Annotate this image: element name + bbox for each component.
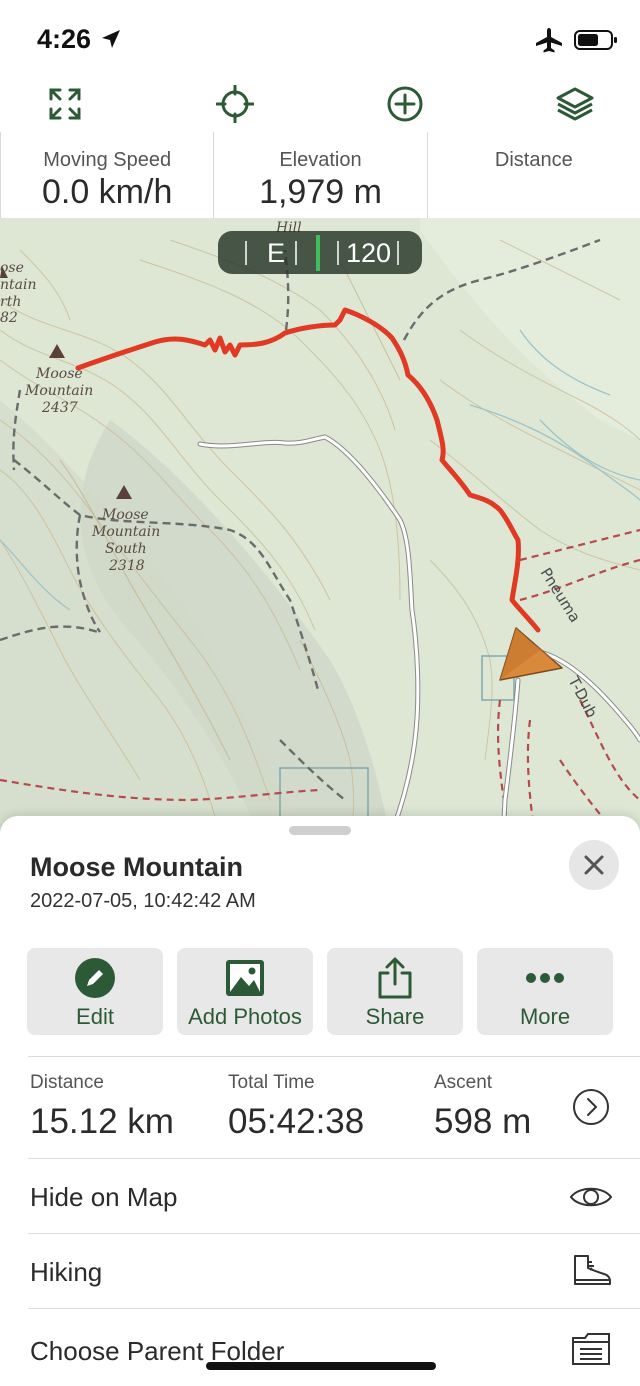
share-icon — [378, 957, 412, 999]
metric-ascent: Ascent 598 m — [434, 1072, 531, 1142]
metric-distance: Distance 15.12 km — [30, 1072, 174, 1142]
divider — [28, 1158, 640, 1159]
track-title: Moose Mountain — [30, 852, 243, 882]
stat-value: 0.0 km/h — [41, 173, 173, 211]
metric-label: Ascent — [434, 1072, 493, 1093]
location-arrow-icon — [102, 30, 120, 48]
add-circle-icon — [387, 86, 423, 122]
stat-label: Elevation — [279, 149, 362, 171]
track-detail-sheet: Moose Mountain 2022-07-05, 10:42:42 AM E… — [0, 816, 640, 1386]
divider — [28, 1056, 640, 1057]
compass-heading: E 120 — [218, 231, 422, 274]
more-button[interactable]: More — [477, 948, 613, 1035]
stat-distance[interactable]: Distance — [428, 132, 640, 218]
share-button[interactable]: Share — [327, 948, 463, 1035]
compass-direction: E — [267, 238, 286, 268]
map-label-elevation: 2437 — [41, 400, 78, 416]
map-canvas[interactable]: Hill ose ntain rth 82 Moose Mountain 243… — [0, 218, 640, 838]
metric-label: Total Time — [228, 1072, 315, 1093]
battery-icon — [574, 30, 617, 50]
home-indicator[interactable] — [206, 1362, 436, 1370]
hiking-boot-icon[interactable] — [572, 1254, 612, 1288]
locate-button[interactable] — [213, 82, 257, 126]
map-label-moose-south: Moose — [101, 507, 149, 523]
stat-value: 1,979 m — [259, 173, 382, 211]
status-bar: 4:26 — [0, 0, 640, 78]
close-button[interactable] — [569, 840, 619, 890]
layers-icon — [556, 87, 594, 121]
compass-ticks — [245, 235, 399, 271]
folder-icon[interactable] — [571, 1332, 611, 1366]
map-view[interactable]: Hill ose ntain rth 82 Moose Mountain 243… — [0, 218, 640, 838]
edit-button[interactable]: Edit — [27, 948, 163, 1035]
more-dots-icon — [526, 973, 564, 983]
locate-crosshair-icon — [216, 85, 254, 123]
map-toolbar — [0, 78, 640, 133]
map-label: ntain — [0, 277, 36, 293]
action-label: More — [519, 1004, 571, 1029]
status-time: 4:26 — [37, 24, 92, 54]
map-label-moose-mountain: Mountain — [24, 383, 93, 399]
row-hide-on-map[interactable]: Hide on Map — [30, 1182, 177, 1213]
track-datetime: 2022-07-05, 10:42:42 AM — [30, 890, 256, 912]
map-label-moose-south: South — [105, 541, 147, 557]
metric-label: Distance — [30, 1072, 104, 1093]
close-icon — [584, 855, 604, 875]
map-label-elevation: 2318 — [108, 558, 145, 574]
chevron-right-icon[interactable] — [572, 1088, 610, 1126]
map-label: rth — [0, 294, 21, 310]
stat-elevation[interactable]: Elevation 1,979 m — [214, 132, 428, 218]
map-label: ose — [0, 260, 24, 276]
action-label: Share — [365, 1004, 425, 1029]
add-button[interactable] — [383, 82, 427, 126]
action-label: Edit — [76, 1004, 114, 1029]
compass-heading-value: 120 — [346, 238, 392, 268]
metric-value: 598 m — [434, 1102, 532, 1141]
photo-icon — [226, 960, 264, 996]
row-activity-hiking[interactable]: Hiking — [30, 1257, 102, 1288]
map-label-moose-south: Mountain — [91, 524, 160, 540]
metric-value: 15.12 km — [30, 1102, 174, 1141]
expand-icon — [49, 88, 81, 120]
divider — [28, 1308, 640, 1309]
airplane-icon — [536, 28, 562, 53]
action-label: Add Photos — [188, 1004, 302, 1029]
add-photos-button[interactable]: Add Photos — [177, 948, 313, 1035]
map-label-moose-mountain: Moose — [35, 366, 83, 382]
stat-moving-speed[interactable]: Moving Speed 0.0 km/h — [0, 132, 215, 218]
divider — [28, 1233, 640, 1234]
eye-icon[interactable] — [569, 1182, 613, 1212]
expand-button[interactable] — [43, 82, 87, 126]
map-label: 82 — [0, 310, 18, 326]
layers-button[interactable] — [553, 82, 597, 126]
pencil-icon — [75, 958, 115, 998]
stat-label: Moving Speed — [43, 149, 172, 171]
metric-value: 05:42:38 — [228, 1102, 365, 1141]
sheet-grabber[interactable] — [289, 826, 351, 835]
stat-label: Distance — [494, 149, 573, 171]
stats-strip: Moving Speed 0.0 km/h Elevation 1,979 m … — [0, 132, 640, 219]
metric-total-time: Total Time 05:42:38 — [228, 1072, 364, 1142]
